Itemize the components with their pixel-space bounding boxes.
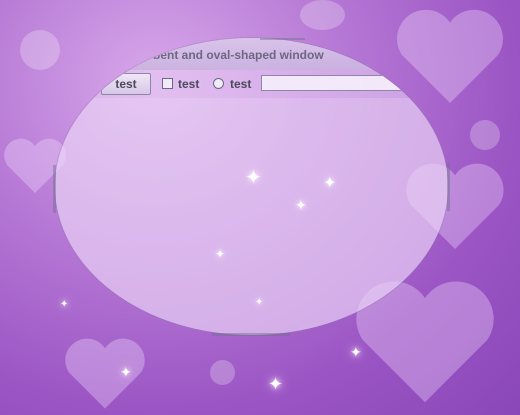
window-resize-handle-top[interactable] — [260, 38, 305, 40]
oval-window[interactable]: bent and oval-shaped window test test te… — [55, 38, 448, 335]
sparkle-icon: ✦ — [120, 364, 132, 380]
sparkle-icon: ✦ — [215, 247, 226, 261]
window-resize-handle-left[interactable] — [53, 165, 56, 213]
heart-decoration — [65, 338, 145, 409]
sparkle-icon: ✦ — [295, 197, 307, 213]
sparkle-icon: ✦ — [255, 297, 264, 308]
window-resize-handle-bottom[interactable] — [212, 333, 290, 336]
radio-label: test — [230, 77, 252, 91]
bokeh-dot — [20, 30, 60, 70]
test-radio-button[interactable] — [213, 78, 224, 89]
window-titlebar[interactable]: bent and oval-shaped window — [55, 38, 448, 70]
sparkle-icon: ✦ — [303, 328, 320, 335]
window-title: bent and oval-shaped window — [153, 48, 324, 62]
checkbox-label: test — [178, 77, 200, 91]
text-field[interactable] — [261, 75, 431, 91]
test-checkbox[interactable] — [162, 78, 173, 89]
sparkle-icon: ✦ — [350, 344, 362, 360]
window-toolbar: test test test — [55, 70, 448, 98]
window-content-area: ✦ ✦ ✦ ✦ ✦ ✦ — [55, 98, 448, 335]
sparkle-icon: ✦ — [268, 374, 284, 394]
bokeh-dot — [210, 360, 235, 385]
test-button[interactable]: test — [101, 73, 151, 95]
sparkle-icon: ✦ — [245, 167, 262, 189]
bokeh-dot — [300, 0, 345, 30]
sparkle-icon: ✦ — [323, 175, 337, 192]
bokeh-dot — [470, 120, 500, 150]
window-resize-handle-right[interactable] — [447, 163, 450, 211]
